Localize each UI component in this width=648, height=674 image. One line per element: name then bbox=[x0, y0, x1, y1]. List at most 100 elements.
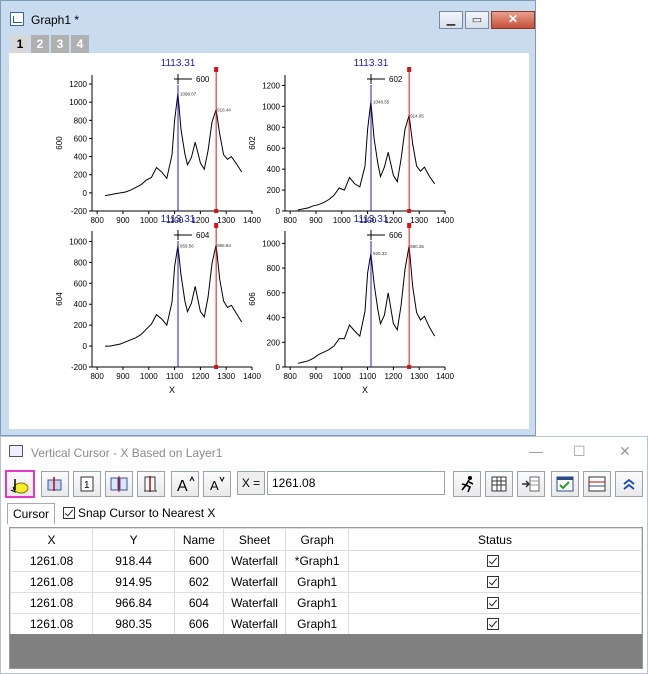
collapse-button[interactable] bbox=[615, 471, 643, 497]
window-icon bbox=[9, 445, 23, 457]
layer-tab-1[interactable]: 1 bbox=[11, 35, 29, 53]
export-button[interactable] bbox=[517, 471, 545, 497]
y-tick-label: -200 bbox=[71, 207, 88, 216]
peak-label-right: 918.44 bbox=[217, 108, 231, 113]
two-cursor-icon bbox=[110, 476, 128, 492]
increase-font-button[interactable]: A bbox=[171, 471, 199, 497]
maximize-icon[interactable]: ☐ bbox=[573, 443, 586, 460]
cursor-title-bar[interactable]: Vertical Cursor - X Based on Layer1 — ☐ … bbox=[1, 437, 647, 467]
x-tick-label: 1300 bbox=[217, 216, 235, 225]
column-header-y[interactable]: Y bbox=[92, 528, 176, 551]
y-tick-label: 400 bbox=[267, 314, 281, 323]
svg-text:A: A bbox=[210, 478, 219, 493]
status-checkbox[interactable] bbox=[487, 576, 500, 588]
settings-button[interactable] bbox=[583, 471, 611, 497]
status-checkbox[interactable] bbox=[487, 618, 500, 630]
cell-status bbox=[347, 550, 643, 572]
edit-labels-button[interactable] bbox=[137, 471, 165, 497]
y-tick-label: 0 bbox=[276, 363, 281, 372]
two-cursor-button[interactable] bbox=[105, 471, 133, 497]
multi-panel-chart[interactable]: -200 0 200 400 600 800 1000 1200 800 900 1000 1100 1… bbox=[9, 53, 529, 429]
minimize-icon: ▁ bbox=[446, 14, 456, 26]
snap-checkbox-box[interactable] bbox=[63, 507, 75, 519]
red-cursor-handle bbox=[214, 67, 219, 72]
chart-panel-600[interactable]: -200020040060080010001200800 900 1000 1100 1… bbox=[55, 58, 261, 225]
snap-checkbox-label: Snap Cursor to Nearest X bbox=[78, 506, 216, 520]
cell-x: 1261.08 bbox=[9, 613, 94, 635]
x-axis-label: X bbox=[169, 385, 175, 395]
x-value-input[interactable]: 1261.08 bbox=[267, 471, 445, 495]
column-header-x[interactable]: X bbox=[9, 528, 94, 551]
y-tick-label: 200 bbox=[267, 186, 281, 195]
layer-tab-3[interactable]: 3 bbox=[51, 35, 69, 53]
peak-label-right: 914.95 bbox=[410, 113, 424, 118]
x-tick-label: 1100 bbox=[166, 372, 184, 381]
table-row[interactable]: 1261.08 966.84 604 Waterfall Graph1 bbox=[9, 592, 643, 614]
column-header-graph[interactable]: Graph bbox=[285, 528, 349, 551]
series-line-606 bbox=[297, 245, 436, 364]
chart-panel-606[interactable]: 0 200 400 600 800 1000 800 900 1000 1100 1200 1300 1… bbox=[248, 214, 454, 395]
cell-y: 966.84 bbox=[92, 592, 176, 614]
layer-tab-2[interactable]: 2 bbox=[31, 35, 49, 53]
cell-graph: Graph1 bbox=[285, 571, 349, 593]
chart-panel-604[interactable]: -200 0 200 400 600 800 1000 800 900 1000 1100 1200 1… bbox=[55, 214, 261, 395]
x-tick-label: 800 bbox=[90, 216, 104, 225]
one-cursor-button[interactable]: 1 bbox=[73, 471, 101, 497]
y-tick-label: 0 bbox=[83, 342, 88, 351]
cell-status bbox=[347, 592, 643, 614]
report-button[interactable] bbox=[551, 471, 579, 497]
red-cursor-handle bbox=[407, 67, 412, 72]
cell-name: 602 bbox=[174, 571, 224, 593]
run-icon bbox=[461, 476, 474, 493]
table-row[interactable]: 1261.08 918.44 600 Waterfall *Graph1 bbox=[9, 550, 643, 572]
graph-window-icon bbox=[10, 12, 24, 26]
graph-page[interactable]: -200 0 200 400 600 800 1000 1200 800 900 1000 1100 1… bbox=[9, 53, 529, 429]
close-button[interactable]: ✕ bbox=[491, 11, 535, 29]
y-tick-label: 400 bbox=[74, 300, 88, 309]
cell-graph: *Graph1 bbox=[285, 550, 349, 572]
tab-cursor[interactable]: Cursor bbox=[7, 503, 55, 524]
run-button[interactable] bbox=[453, 471, 481, 497]
close-icon[interactable]: ✕ bbox=[619, 443, 631, 460]
table-row[interactable]: 1261.08 980.35 606 Waterfall Graph1 bbox=[9, 613, 643, 635]
red-cursor-foot bbox=[214, 209, 219, 213]
table-button[interactable] bbox=[485, 471, 513, 497]
minimize-icon[interactable]: — bbox=[529, 443, 543, 459]
select-cursor-button[interactable] bbox=[5, 470, 35, 498]
maximize-button[interactable]: ▭ bbox=[465, 11, 489, 29]
snap-cursor-checkbox[interactable]: Snap Cursor to Nearest X bbox=[63, 504, 215, 522]
x-tick-label: 1300 bbox=[410, 216, 428, 225]
y-tick-label: 200 bbox=[267, 338, 281, 347]
graph-title-bar[interactable]: Graph1 * ▁ ▭ ✕ bbox=[1, 1, 535, 33]
cursor-window: Vertical Cursor - X Based on Layer1 — ☐ … bbox=[0, 436, 648, 674]
red-cursor-foot bbox=[407, 209, 412, 213]
cell-graph: Graph1 bbox=[285, 613, 349, 635]
decrease-font-button[interactable]: A bbox=[203, 471, 231, 497]
collapse-icon bbox=[623, 478, 635, 490]
close-icon: ✕ bbox=[507, 12, 519, 26]
chart-panel-602[interactable]: 020040060080010001200800 900 1000 1100 1200 1… bbox=[248, 58, 454, 225]
edit-labels-icon bbox=[144, 476, 157, 492]
table-row[interactable]: 1261.08 914.95 602 Waterfall Graph1 bbox=[9, 571, 643, 593]
y-tick-label: 1000 bbox=[69, 98, 87, 107]
layer-tab-4[interactable]: 4 bbox=[71, 35, 89, 53]
column-header-status[interactable]: Status bbox=[347, 528, 643, 551]
export-icon bbox=[522, 476, 540, 492]
column-header-sheet[interactable]: Sheet bbox=[222, 528, 287, 551]
y-tick-label: 400 bbox=[267, 165, 281, 174]
add-cursor-button[interactable] bbox=[41, 471, 69, 497]
status-checkbox[interactable] bbox=[487, 597, 500, 609]
y-tick-label: 600 bbox=[267, 144, 281, 153]
cell-sheet: Waterfall bbox=[222, 571, 287, 593]
cell-name: 604 bbox=[174, 592, 224, 614]
peak-label-left: 1048.55 bbox=[373, 99, 390, 104]
cell-name: 606 bbox=[174, 613, 224, 635]
y-tick-label: 200 bbox=[74, 321, 88, 330]
red-cursor-foot bbox=[214, 365, 219, 369]
y-tick-label: 800 bbox=[267, 123, 281, 132]
minimize-button[interactable]: ▁ bbox=[439, 11, 463, 29]
status-checkbox[interactable] bbox=[487, 555, 500, 567]
maximize-icon: ▭ bbox=[471, 14, 483, 26]
column-header-name[interactable]: Name bbox=[174, 528, 224, 551]
cursor-value-label: 1113.31 bbox=[354, 214, 389, 225]
